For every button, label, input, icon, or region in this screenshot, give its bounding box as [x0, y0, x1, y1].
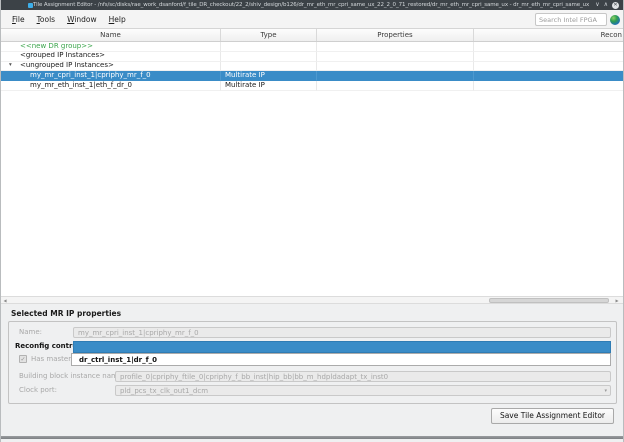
table-header: Name Type Properties Recon	[1, 29, 623, 42]
column-header-recon[interactable]: Recon	[474, 29, 623, 41]
intel-fpga-globe-icon	[610, 15, 620, 25]
row-recon-cell	[474, 71, 623, 82]
panel-heading: Selected MR IP properties	[11, 309, 122, 318]
name-label: Name:	[19, 328, 43, 336]
ip-instance-table: Name Type Properties Recon <<new DR grou…	[1, 29, 623, 296]
row-name: my_mr_eth_inst_1|eth_f_dr_0	[30, 81, 132, 89]
row-type	[221, 51, 317, 62]
close-icon[interactable]: ✕	[612, 1, 619, 9]
building-block-label: Building block instance name:	[19, 372, 125, 380]
row-name: <grouped IP Instances>	[20, 51, 105, 60]
table-row[interactable]: <<new DR group>>	[1, 42, 623, 52]
chevron-down-icon: ▾	[604, 388, 607, 394]
row-type	[221, 61, 317, 72]
horizontal-scrollbar[interactable]: ◀ ▶	[1, 296, 623, 304]
column-header-name[interactable]: Name	[1, 29, 221, 41]
building-block-field[interactable]: profile_0|cpriphy_ftile_0|cpriphy_f_bb_i…	[115, 371, 611, 382]
menu-tools[interactable]: Tools	[31, 13, 61, 26]
window-title: Tile Assignment Editor - /nfs/sc/disks/r…	[33, 2, 590, 8]
expander-icon[interactable]: ▾	[9, 62, 20, 71]
table-row[interactable]: my_mr_eth_inst_1|eth_f_dr_0 Multirate IP	[1, 81, 623, 91]
minimize-icon[interactable]: ∨	[595, 2, 599, 8]
menu-file[interactable]: File	[6, 13, 31, 26]
has-master-clock-checkbox[interactable]: ✓	[19, 355, 27, 363]
table-row[interactable]: <grouped IP Instances>	[1, 51, 623, 62]
window-controls: ∨ ∧ ✕	[595, 1, 619, 9]
row-type: Multirate IP	[221, 71, 317, 82]
clock-port-value: pld_pcs_tx_clk_out1_dcm	[120, 387, 209, 395]
search-input[interactable]	[535, 13, 607, 26]
app-window: Tile Assignment Editor - /nfs/sc/disks/r…	[0, 0, 624, 442]
row-type: Multirate IP	[221, 81, 317, 91]
name-field[interactable]: my_mr_cpri_inst_1|cpriphy_mr_f_0	[73, 327, 611, 338]
reconfig-controller-dropdown-option[interactable]: dr_ctrl_inst_1|dr_f_0	[71, 353, 611, 366]
row-name: <ungrouped IP Instances>	[20, 61, 114, 70]
table-row[interactable]: ▾ <ungrouped IP Instances>	[1, 61, 623, 72]
row-properties-cell	[317, 81, 474, 91]
row-properties-cell	[317, 71, 474, 82]
row-recon-cell	[474, 62, 623, 72]
row-properties-cell	[317, 51, 474, 62]
row-type	[221, 42, 317, 52]
row-recon-cell	[474, 81, 623, 91]
titlebar: Tile Assignment Editor - /nfs/sc/disks/r…	[1, 0, 623, 10]
clock-port-label: Clock port:	[19, 386, 57, 394]
row-name: <<new DR group>>	[20, 42, 93, 50]
row-recon-cell	[474, 42, 623, 52]
row-recon-cell	[474, 52, 623, 62]
menubar: File Tools Window Help	[1, 10, 623, 29]
selected-mr-ip-properties-panel: Selected MR IP properties Name: my_mr_cp…	[1, 305, 623, 442]
column-header-type[interactable]: Type	[221, 29, 317, 41]
row-properties-cell	[317, 42, 474, 52]
table-row-selected[interactable]: my_mr_cpri_inst_1|cpriphy_mr_f_0 Multira…	[1, 71, 623, 82]
menu-help[interactable]: Help	[103, 13, 132, 26]
clock-port-select[interactable]: pld_pcs_tx_clk_out1_dcm ▾	[115, 385, 611, 396]
save-tile-assignment-button[interactable]: Save Tile Assignment Editor	[490, 408, 614, 424]
row-properties-cell	[317, 61, 474, 72]
maximize-icon[interactable]: ∧	[604, 2, 608, 8]
scrollbar-thumb[interactable]	[489, 298, 609, 303]
reconfig-controller-combobox[interactable]	[73, 341, 611, 353]
window-bottom-edge	[1, 436, 623, 439]
scroll-right-icon[interactable]: ▶	[613, 297, 621, 304]
row-name: my_mr_cpri_inst_1|cpriphy_mr_f_0	[30, 71, 151, 79]
column-header-properties[interactable]: Properties	[317, 29, 474, 41]
menu-window[interactable]: Window	[61, 13, 103, 26]
properties-groupbox: Name: my_mr_cpri_inst_1|cpriphy_mr_f_0 R…	[8, 321, 617, 404]
scroll-left-icon[interactable]: ◀	[1, 297, 9, 304]
